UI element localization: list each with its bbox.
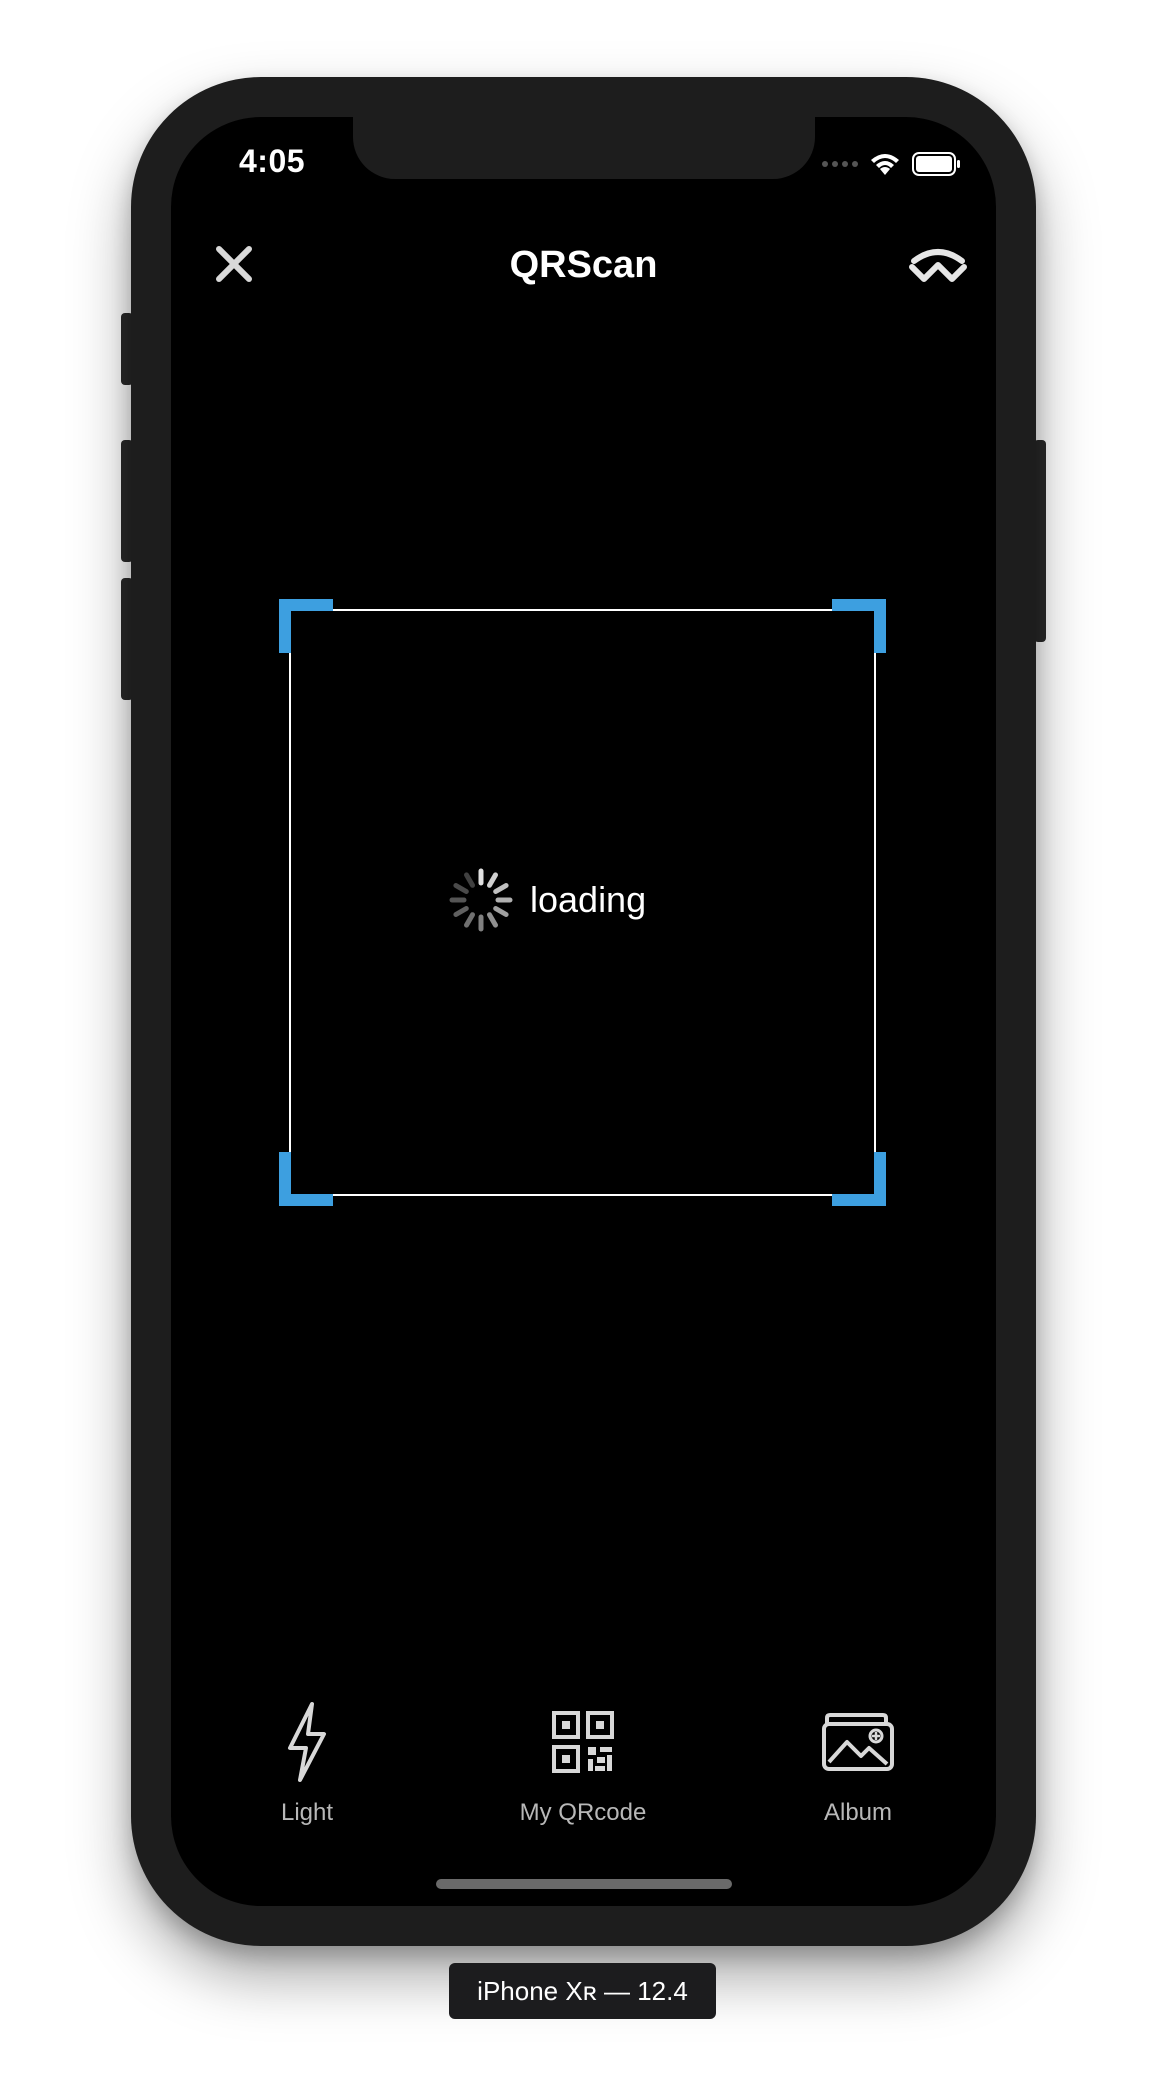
light-button[interactable]: Light (207, 1697, 407, 1827)
qrcode-icon (552, 1711, 614, 1773)
simulator-stage: 4:05 QRScan loading Light My QRcode Albu… (0, 0, 1168, 2096)
album-button[interactable]: Album (758, 1697, 958, 1827)
walletconnect-icon[interactable] (908, 245, 968, 285)
lightning-icon (288, 1702, 326, 1782)
my-qrcode-button[interactable]: My QRcode (483, 1697, 683, 1827)
scan-corner-top-left (279, 599, 333, 653)
page-title: QRScan (509, 244, 658, 286)
loading-indicator: loading (446, 865, 646, 935)
wifi-icon (871, 154, 899, 175)
my-qrcode-label: My QRcode (519, 1799, 647, 1826)
scan-corner-bottom-left (279, 1152, 333, 1206)
spinner-icon (449, 868, 513, 932)
cellular-signal-icon (822, 161, 858, 167)
battery-icon (912, 152, 960, 176)
scan-corner-bottom-right (832, 1152, 886, 1206)
album-label: Album (823, 1799, 893, 1826)
phone-screen: 4:05 QRScan loading Light My QRcode Albu… (171, 117, 996, 1906)
status-icons (822, 151, 962, 177)
light-label: Light (280, 1799, 334, 1826)
device-label: iPhone Xʀ — 12.4 (449, 1963, 716, 2019)
scan-corner-top-right (832, 599, 886, 653)
loading-text: loading (530, 879, 647, 920)
status-time: 4:05 (239, 143, 306, 179)
notch (353, 117, 815, 179)
home-indicator[interactable] (436, 1879, 732, 1889)
album-icon (822, 1713, 894, 1771)
